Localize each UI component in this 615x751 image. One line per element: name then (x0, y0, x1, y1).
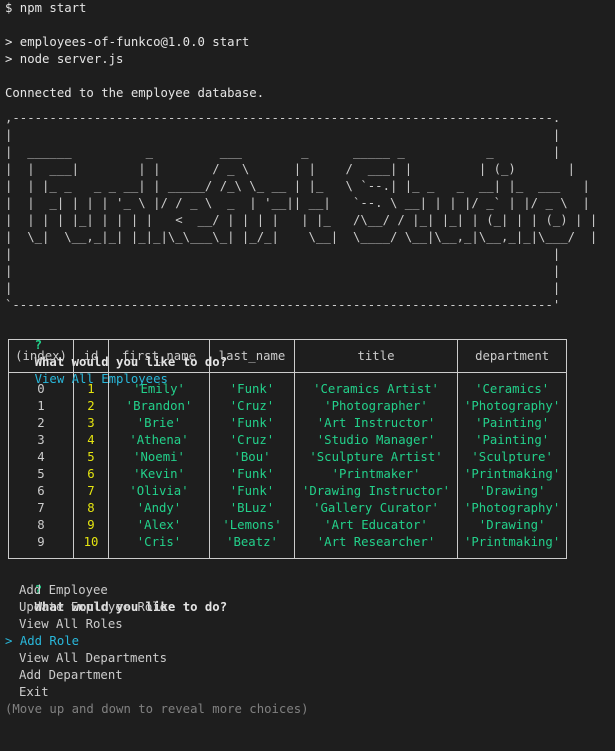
cell-last-name: 'Funk' (209, 372, 295, 398)
cell-id: 2 (73, 398, 109, 415)
cell-first-name: 'Alex' (108, 517, 210, 534)
cell-index: 8 (8, 517, 74, 534)
terminal-output[interactable]: $ npm start > employees-of-funkco@1.0.0 … (5, 0, 613, 718)
ascii-banner: ,---------------------------------------… (5, 110, 613, 314)
cell-last-name: 'BLuz' (209, 500, 295, 517)
cell-id: 10 (73, 534, 109, 559)
cell-department: 'Painting' (456, 432, 568, 449)
cell-index: 6 (8, 483, 74, 500)
menu-item-add-role[interactable]: > Add Role (5, 633, 613, 650)
cell-last-name: 'Lemons' (209, 517, 295, 534)
cell-department: 'Ceramics' (456, 372, 568, 398)
table-row: 9 10 'Cris' 'Beatz' 'Art Researcher' 'Printma… (8, 534, 568, 559)
cell-id: 9 (73, 517, 109, 534)
table-row: 4 5 'Noemi' 'Bou' 'Sculpture Artist' 'Sculptu… (8, 449, 568, 466)
header-department: department (456, 339, 568, 373)
table-body: 0 1 'Emily' 'Funk' 'Ceramics Artist' 'Ceramic… (8, 372, 568, 559)
menu-item-label: Add Department (19, 668, 123, 682)
menu-item-exit[interactable]: Exit (5, 684, 613, 701)
menu-item-label: View All Departments (19, 651, 168, 665)
cell-index: 2 (8, 415, 74, 432)
cell-title: 'Photographer' (294, 398, 458, 415)
table-row: 8 9 'Alex' 'Lemons' 'Art Educator' 'Drawing' (8, 517, 568, 534)
cell-last-name: 'Cruz' (209, 398, 295, 415)
cell-department: 'Printmaking' (456, 466, 568, 483)
table-row: 6 7 'Olivia' 'Funk' 'Drawing Instructor' 'Dra… (8, 483, 568, 500)
cell-id: 8 (73, 500, 109, 517)
prompt-view-employees: ? What would you like to do? View All Em… (5, 320, 613, 386)
cell-first-name: 'Andy' (108, 500, 210, 517)
menu-item-add-employee[interactable]: Add Employee (5, 582, 613, 599)
cell-first-name: 'Brie' (108, 415, 210, 432)
cell-first-name: 'Brandon' (108, 398, 210, 415)
cell-title: 'Art Instructor' (294, 415, 458, 432)
table-row: 3 4 'Athena' 'Cruz' 'Studio Manager' 'Paintin… (8, 432, 568, 449)
menu-item-update-employee-role[interactable]: Update Employee Role (5, 599, 613, 616)
cell-department: 'Sculpture' (456, 449, 568, 466)
cell-id: 5 (73, 449, 109, 466)
cell-department: 'Drawing' (456, 517, 568, 534)
cell-first-name: 'Noemi' (108, 449, 210, 466)
cell-first-name: 'Athena' (108, 432, 210, 449)
menu-item-view-all-departments[interactable]: View All Departments (5, 650, 613, 667)
menu-item-add-department[interactable]: Add Department (5, 667, 613, 684)
cell-index: 3 (8, 432, 74, 449)
cell-title: 'Studio Manager' (294, 432, 458, 449)
menu-item-label: Update Employee Role (19, 600, 168, 614)
npm-script-line: > employees-of-funkco@1.0.0 start (5, 35, 250, 49)
ascii-banner-art: ,---------------------------------------… (5, 111, 598, 312)
menu-item-view-all-roles[interactable]: View All Roles (5, 616, 613, 633)
cell-last-name: 'Funk' (209, 415, 295, 432)
menu-item-label: Add Role (19, 634, 80, 648)
cell-title: 'Art Researcher' (294, 534, 458, 559)
cell-title: 'Art Educator' (294, 517, 458, 534)
cell-first-name: 'Olivia' (108, 483, 210, 500)
menu-item-label: View All Roles (19, 617, 123, 631)
prompt-main-menu: ? What would you like to do? (5, 565, 613, 614)
header-title: title (294, 339, 458, 373)
cell-title: 'Ceramics Artist' (294, 372, 458, 398)
cell-id: 6 (73, 466, 109, 483)
cell-title: 'Sculpture Artist' (294, 449, 458, 466)
cell-department: 'Printmaking' (456, 534, 568, 559)
cell-last-name: 'Funk' (209, 483, 295, 500)
cell-last-name: 'Bou' (209, 449, 295, 466)
cell-title: 'Printmaker' (294, 466, 458, 483)
cell-title: 'Gallery Curator' (294, 500, 458, 517)
menu-item-label: Add Employee (19, 583, 108, 597)
cell-last-name: 'Cruz' (209, 432, 295, 449)
db-connected-message: Connected to the employee database. (5, 86, 265, 100)
table-row: 2 3 'Brie' 'Funk' 'Art Instructor' 'Painting' (8, 415, 568, 432)
cell-id: 7 (73, 483, 109, 500)
cell-id: 4 (73, 432, 109, 449)
cell-department: 'Painting' (456, 415, 568, 432)
npm-node-line: > node server.js (5, 52, 124, 66)
cell-last-name: 'Beatz' (209, 534, 295, 559)
cell-index: 7 (8, 500, 74, 517)
cell-index: 4 (8, 449, 74, 466)
cell-index: 5 (8, 466, 74, 483)
cell-department: 'Drawing' (456, 483, 568, 500)
table-row: 5 6 'Kevin' 'Funk' 'Printmaker' 'Printmaking' (8, 466, 568, 483)
shell-command: $ npm start (5, 1, 87, 15)
cell-title: 'Drawing Instructor' (294, 483, 458, 500)
cell-id: 3 (73, 415, 109, 432)
menu-choices[interactable]: Add Employee Update Employee Role View All… (5, 582, 613, 701)
cell-index: 9 (8, 534, 74, 559)
cell-department: 'Photography' (456, 398, 568, 415)
table-row: 7 8 'Andy' 'BLuz' 'Gallery Curator' 'Photogra… (8, 500, 568, 517)
cell-department: 'Photography' (456, 500, 568, 517)
cell-last-name: 'Funk' (209, 466, 295, 483)
table-row: 1 2 'Brandon' 'Cruz' 'Photographer' 'Photogra… (8, 398, 568, 415)
pointer-icon: > (5, 634, 20, 648)
menu-hint: (Move up and down to reveal more choices… (5, 702, 309, 716)
cell-first-name: 'Kevin' (108, 466, 210, 483)
menu-item-label: Exit (19, 685, 49, 699)
cell-first-name: 'Cris' (108, 534, 210, 559)
